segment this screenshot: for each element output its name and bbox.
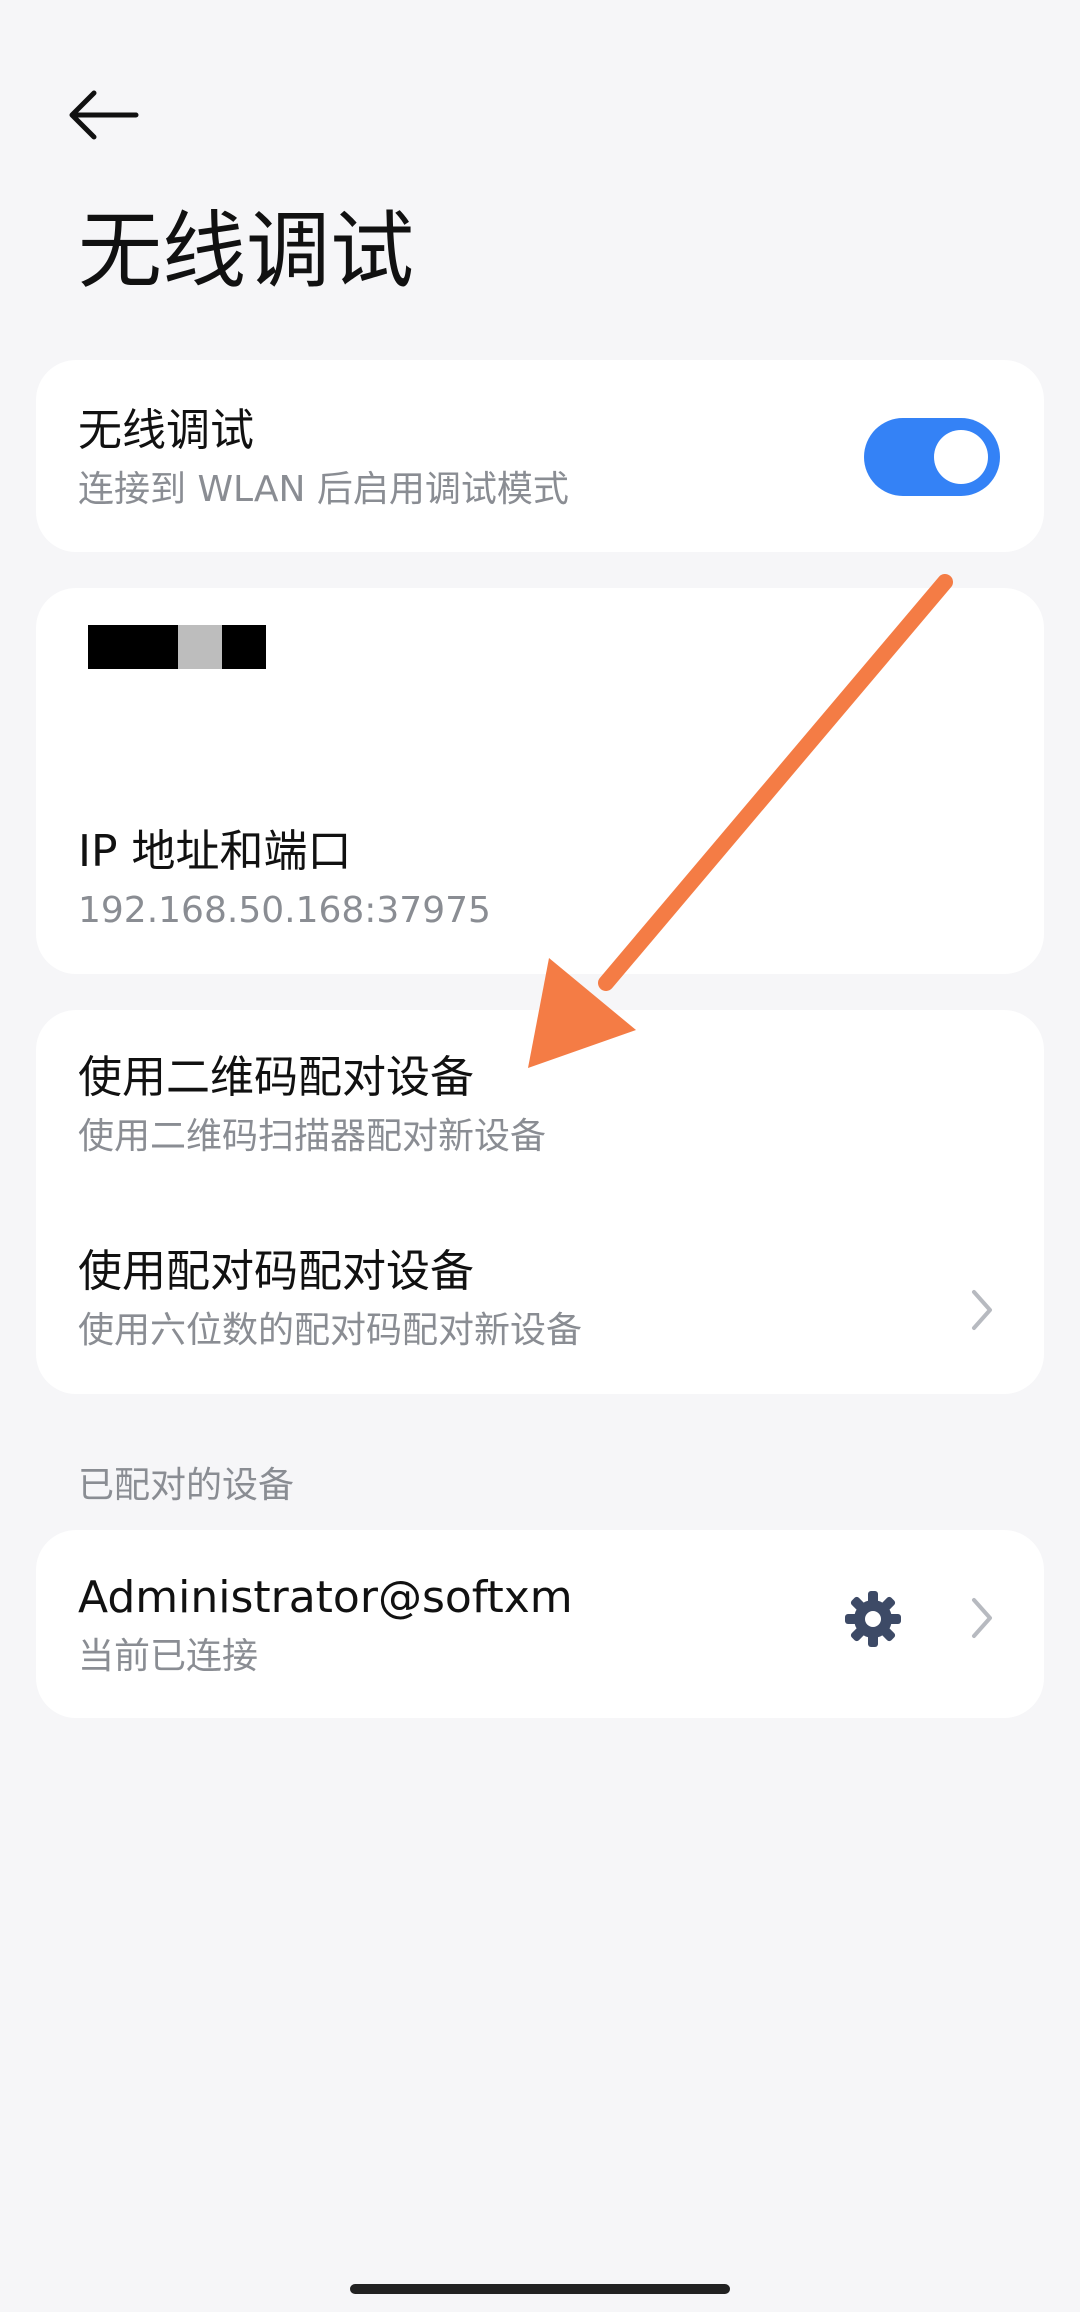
pair-qr-title: 使用二维码配对设备 [78, 1052, 474, 1103]
back-button[interactable] [60, 75, 160, 155]
pair-qr-subtitle: 使用二维码扫描器配对新设备 [78, 1115, 547, 1157]
chevron-right-icon [972, 1290, 992, 1330]
home-indicator[interactable] [350, 2284, 730, 2294]
ip-address-value: 192.168.50.168:37975 [78, 889, 491, 931]
page-title: 无线调试 [78, 202, 415, 300]
toggle-knob [934, 430, 988, 484]
pair-code-title: 使用配对码配对设备 [78, 1246, 474, 1297]
pair-code-row[interactable]: 使用配对码配对设备 使用六位数的配对码配对新设备 [78, 1246, 1002, 1352]
redacted-network-name [88, 625, 266, 669]
network-info-card: IP 地址和端口 192.168.50.168:37975 [36, 588, 1044, 974]
wireless-debug-subtitle: 连接到 WLAN 后启用调试模式 [78, 468, 569, 510]
pair-qr-row[interactable]: 使用二维码配对设备 使用二维码扫描器配对新设备 [78, 1052, 1002, 1158]
gear-icon[interactable] [842, 1588, 904, 1650]
ip-address-label: IP 地址和端口 [78, 826, 352, 877]
ip-address-row: IP 地址和端口 192.168.50.168:37975 [78, 826, 1002, 932]
wireless-debug-toggle[interactable] [864, 418, 1000, 496]
paired-devices-label: 已配对的设备 [78, 1465, 295, 1506]
pair-code-subtitle: 使用六位数的配对码配对新设备 [78, 1309, 583, 1351]
chevron-right-icon [972, 1598, 992, 1638]
pairing-card: 使用二维码配对设备 使用二维码扫描器配对新设备 使用配对码配对设备 使用六位数的… [36, 1010, 1044, 1394]
wireless-debug-title: 无线调试 [78, 405, 254, 456]
paired-device-card[interactable]: Administrator@softxm 当前已连接 [36, 1530, 1044, 1718]
wireless-debug-card: 无线调试 连接到 WLAN 后启用调试模式 [36, 360, 1044, 552]
arrow-left-icon [69, 90, 139, 140]
